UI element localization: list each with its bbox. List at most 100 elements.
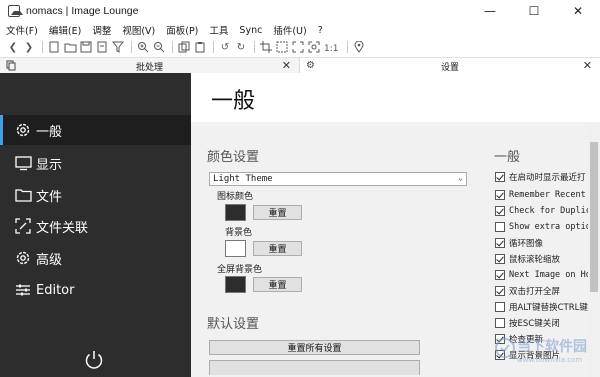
checkbox[interactable] xyxy=(495,269,505,280)
checkbox-show-extra-options[interactable]: Show extra optio xyxy=(495,220,591,233)
menu-tools[interactable]: 工具 xyxy=(209,23,228,37)
resize-icon[interactable] xyxy=(275,40,289,54)
menu-sync[interactable]: Sync xyxy=(239,25,262,36)
fullscreen-icon[interactable] xyxy=(291,40,305,54)
checkbox[interactable] xyxy=(495,301,505,312)
checkbox[interactable] xyxy=(495,285,505,296)
filter-icon[interactable] xyxy=(111,40,125,54)
toolbar-divider xyxy=(213,41,214,53)
general-heading: 一般 xyxy=(494,150,521,165)
tab-settings-label: 设置 xyxy=(440,62,459,73)
monitor-icon xyxy=(13,155,33,171)
checkbox-label: 按ESC键关闭 xyxy=(509,318,560,329)
checkbox-alt-replaces-ctrl[interactable]: 用ALT键替换CTRL键 xyxy=(495,300,588,313)
checkbox[interactable] xyxy=(495,205,505,216)
color-settings-heading: 颜色设置 xyxy=(207,150,260,165)
close-icon[interactable]: ✕ xyxy=(282,59,291,72)
open-file-icon[interactable] xyxy=(47,40,61,54)
menu-help[interactable]: ? xyxy=(318,25,323,36)
checkbox[interactable] xyxy=(495,237,505,248)
checkbox[interactable] xyxy=(495,171,505,182)
window-title: nomacs | Image Lounge xyxy=(26,5,139,17)
paste-icon[interactable] xyxy=(193,40,207,54)
copy-icon[interactable] xyxy=(177,40,191,54)
sidebar-item-label: 文件 xyxy=(36,189,63,205)
sidebar-item-editor[interactable]: Editor xyxy=(0,275,191,305)
save-icon[interactable] xyxy=(79,40,93,54)
checkbox-next-image-on-hover[interactable]: Next Image on Ho xyxy=(495,268,591,281)
checkbox[interactable] xyxy=(495,221,505,232)
reset-all-settings-button[interactable]: 重置所有设置 xyxy=(209,340,420,355)
gear-icon xyxy=(13,122,33,138)
watermark-url: www.downxia.com xyxy=(517,356,583,364)
settings-sidebar: 一般 显示 文件 文件关联 高级 Editor xyxy=(0,73,191,377)
crop-icon[interactable] xyxy=(259,40,273,54)
checkbox-wheel-zoom[interactable]: 鼠标滚轮缩放 xyxy=(495,252,560,265)
power-icon[interactable] xyxy=(83,349,105,371)
menu-edit[interactable]: 编辑(E) xyxy=(49,23,81,37)
checkbox[interactable] xyxy=(495,317,505,328)
close-icon[interactable]: ✕ xyxy=(583,59,592,72)
previous-icon[interactable]: ❮ xyxy=(6,40,20,54)
scrollbar-thumb[interactable] xyxy=(590,142,598,292)
checkbox-label: Check for Duplic xyxy=(509,205,591,216)
background-color-swatch[interactable] xyxy=(225,240,246,257)
sliders-icon xyxy=(13,283,33,297)
watermark-text: 当下软件园 xyxy=(517,339,587,355)
menu-adjust[interactable]: 调整 xyxy=(92,23,111,37)
close-button[interactable]: ✕ xyxy=(556,0,600,22)
fullscreen-background-swatch[interactable] xyxy=(225,276,246,293)
checkbox-label: Next Image on Ho xyxy=(509,269,591,280)
zoom-out-icon[interactable] xyxy=(152,40,166,54)
folder-icon[interactable] xyxy=(63,40,77,54)
minimize-button[interactable]: — xyxy=(468,0,512,22)
sidebar-item-file-association[interactable]: 文件关联 xyxy=(0,211,191,241)
checkbox-esc-closes[interactable]: 按ESC键关闭 xyxy=(495,316,560,329)
edit-file-icon[interactable] xyxy=(95,40,109,54)
menu-panels[interactable]: 面板(P) xyxy=(166,23,198,37)
watermark-logo: 当下软件园 www.downxia.com xyxy=(495,330,595,374)
reset-icon-color-button[interactable]: 重置 xyxy=(253,205,302,220)
settings-button[interactable] xyxy=(209,360,420,375)
checkbox-remember-recent[interactable]: Remember Recent xyxy=(495,188,586,201)
sidebar-item-display[interactable]: 显示 xyxy=(0,148,191,178)
location-pin-icon[interactable] xyxy=(352,40,366,54)
checkbox-label: 用ALT键替换CTRL键 xyxy=(509,302,588,313)
checkbox-loop-images[interactable]: 循环图像 xyxy=(495,236,543,249)
toolbar-divider xyxy=(131,41,132,53)
fit-window-icon[interactable] xyxy=(307,40,321,54)
checkbox[interactable] xyxy=(495,253,505,264)
zoom-in-icon[interactable] xyxy=(136,40,150,54)
page-title: 一般 xyxy=(211,89,256,114)
checkbox-label: 双击打开全屏 xyxy=(509,286,561,297)
default-settings-heading: 默认设置 xyxy=(207,317,260,332)
maximize-button[interactable]: ☐ xyxy=(512,0,556,22)
menu-plugins[interactable]: 插件(U) xyxy=(273,23,306,37)
sidebar-item-file[interactable]: 文件 xyxy=(0,180,191,210)
icon-color-swatch[interactable] xyxy=(225,204,246,221)
menu-file[interactable]: 文件(F) xyxy=(6,23,38,37)
checkbox-double-click-fullscreen[interactable]: 双击打开全屏 xyxy=(495,284,560,297)
rotate-left-icon[interactable]: ↺ xyxy=(218,40,232,54)
tab-settings[interactable]: ⚙ 设置 ✕ xyxy=(300,58,600,74)
next-icon[interactable]: ❯ xyxy=(22,40,36,54)
checkbox-show-recent-on-start[interactable]: 在启动时显示最近打 xyxy=(495,170,586,183)
sidebar-item-advanced[interactable]: 高级 xyxy=(0,243,191,273)
actual-size-icon[interactable]: 1:1 xyxy=(323,40,341,54)
reset-fullscreen-background-button[interactable]: 重置 xyxy=(253,277,302,292)
theme-select[interactable]: Light Theme ⌄ xyxy=(209,172,467,186)
checkbox-check-duplicates[interactable]: Check for Duplic xyxy=(495,204,591,217)
toolbar-divider xyxy=(172,41,173,53)
sidebar-item-general[interactable]: 一般 xyxy=(0,115,191,145)
sidebar-item-label: 文件关联 xyxy=(36,220,89,236)
folder-icon xyxy=(13,188,33,202)
checkbox-label: 在启动时显示最近打 xyxy=(509,172,586,183)
reset-background-color-button[interactable]: 重置 xyxy=(253,241,302,256)
rotate-right-icon[interactable]: ↻ xyxy=(234,40,248,54)
tab-batch[interactable]: 批处理 ✕ xyxy=(0,58,300,74)
app-logo-icon xyxy=(8,5,23,17)
checkbox[interactable] xyxy=(495,189,505,200)
menu-view[interactable]: 视图(V) xyxy=(122,23,155,37)
toolbar: ❮ ❯ ↺ ↻ 1:1 xyxy=(0,38,600,56)
checkbox-label: 鼠标滚轮缩放 xyxy=(509,254,561,265)
